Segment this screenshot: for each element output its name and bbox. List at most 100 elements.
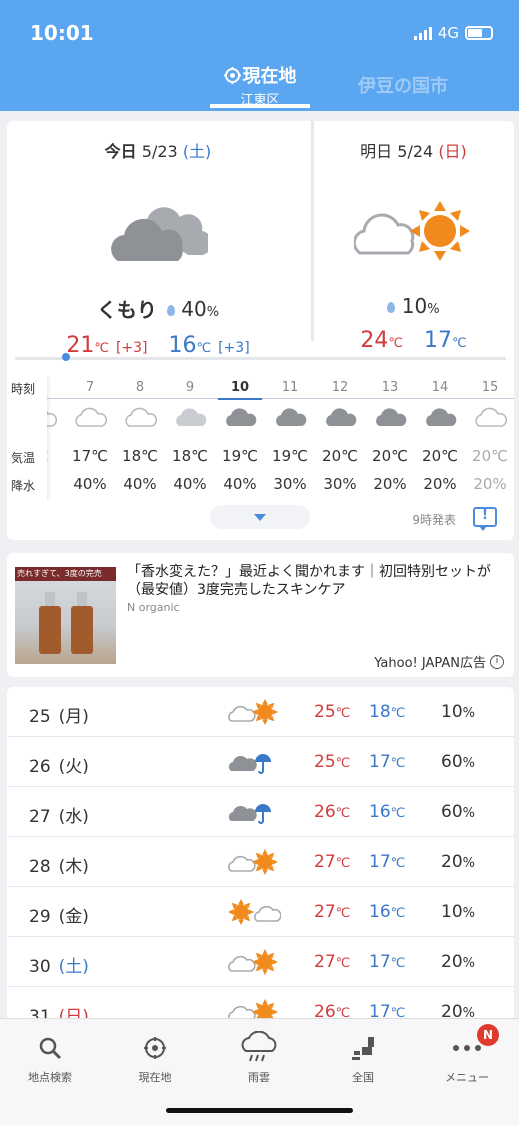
today-condition: くもり (96, 298, 157, 322)
tomorrow-weekday: (日) (438, 142, 467, 161)
signal-icon (413, 26, 432, 40)
hour-column[interactable]: 7 17℃ 40% (65, 376, 115, 501)
ad-image-tag: 売れすぎて、3度の完売 (15, 567, 116, 581)
weekly-low: 17 (369, 852, 391, 872)
hour-temp: 18℃ (172, 447, 208, 465)
tab-underline (210, 104, 310, 108)
hour-temp: 18℃ (122, 447, 158, 465)
tab-current-location-nav[interactable]: 現在地 (115, 1031, 195, 1085)
tab-other-location[interactable]: 伊豆の国市 (358, 72, 448, 98)
cloud-dark-icon (265, 407, 315, 431)
hourly-columns[interactable]: 6℃%717℃40%818℃40%918℃40%1019℃40%1119℃30%… (15, 376, 514, 501)
cloudy-sunny-icon (227, 699, 281, 725)
hour-column[interactable]: 15 20℃ 20% (465, 376, 514, 501)
tomorrow-low: 17 (423, 328, 452, 353)
location-icon (223, 67, 241, 84)
hour-column[interactable]: 13 20℃ 20% (365, 376, 415, 501)
map-icon (352, 1037, 374, 1060)
hour-column[interactable]: 11 19℃ 30% (265, 376, 315, 501)
hour-temp: 19℃ (272, 447, 308, 465)
tomorrow-forecast[interactable]: 明日 5/24 (日) 10% 24℃ 17℃ (313, 121, 514, 353)
weekly-row[interactable]: 27 (水) 26℃ 16℃ 60% (7, 787, 514, 837)
weekly-day: 29 (29, 907, 51, 927)
weekly-forecast: 25 (月) 25℃ 18℃ 10% 26 (火) 25℃ 17℃ 60% 27 (水) 26℃ 16℃ 6… (7, 687, 514, 1027)
cloud-light-icon (165, 407, 215, 431)
hour-precip: 40% (223, 475, 257, 493)
weekly-row[interactable]: 30 (土) 27℃ 17℃ 20% (7, 937, 514, 987)
weekly-precip: 60 (441, 752, 463, 772)
weekly-high: 25 (314, 752, 336, 772)
cloud-dark-icon (365, 407, 415, 431)
feedback-icon[interactable] (473, 507, 497, 531)
ad-card[interactable]: 売れすぎて、3度の完売 「香水変えた？」最近よく聞かれます｜初回特別セットが（最… (7, 553, 514, 677)
tab-rain-cloud[interactable]: 雨雲 (219, 1031, 299, 1085)
hour-column[interactable]: 10 19℃ 40% (215, 376, 265, 501)
today-label: 今日 (104, 142, 137, 161)
weekly-precip: 60 (441, 802, 463, 822)
tomorrow-precip: 10 (401, 294, 428, 318)
weekly-low: 17 (369, 952, 391, 972)
label-temp: 気温 (11, 451, 36, 465)
hour-precip: 30% (323, 475, 357, 493)
today-forecast[interactable]: 今日 5/23 (土) くもり 40% 21℃ [+3] 16℃ [+3] (7, 121, 309, 358)
notification-badge: N (477, 1024, 499, 1046)
hour-precip: 40% (123, 475, 157, 493)
tab-current-location[interactable]: 現在地 江東区 (210, 62, 310, 108)
weekly-day: 30 (29, 957, 51, 977)
cloud-dark-icon (415, 407, 465, 431)
weekly-row[interactable]: 29 (金) 27℃ 16℃ 10% (7, 887, 514, 937)
expand-button[interactable] (210, 505, 310, 529)
hour-temp: 20℃ (322, 447, 358, 465)
hour-column[interactable]: 14 20℃ 20% (415, 376, 465, 501)
tab-search[interactable]: 地点検索 (10, 1031, 90, 1085)
hour-precip: 20% (373, 475, 407, 493)
tab-nationwide[interactable]: 全国 (323, 1031, 403, 1085)
hour-precip: 40% (73, 475, 107, 493)
cloudy-then-sunny-icon (353, 201, 470, 261)
tab-menu[interactable]: メニュー N (427, 1024, 507, 1085)
ad-image[interactable]: 売れすぎて、3度の完売 (15, 567, 116, 664)
hour-column[interactable]: 9 18℃ 40% (165, 376, 215, 501)
today-date: 5/23 (141, 142, 178, 161)
cloud-outline-icon (115, 407, 165, 431)
hour-label: 8 (135, 380, 145, 395)
weekly-weekday: (金) (58, 907, 89, 927)
tab-label: 現在地 (138, 1071, 172, 1084)
weekly-high: 27 (314, 902, 336, 922)
timeline-track[interactable] (15, 357, 506, 360)
today-low: 16 (168, 333, 197, 358)
weekly-row[interactable]: 25 (月) 25℃ 18℃ 10% (7, 687, 514, 737)
hour-precip: 30% (273, 475, 307, 493)
weekly-row[interactable]: 26 (火) 25℃ 17℃ 60% (7, 737, 514, 787)
hour-label: 11 (281, 380, 299, 395)
cloudy-rain-icon (227, 799, 281, 825)
label-precip: 降水 (11, 479, 36, 493)
search-icon (39, 1037, 62, 1060)
hourly-forecast[interactable]: 6℃%717℃40%818℃40%918℃40%1019℃40%1119℃30%… (7, 376, 514, 501)
weekly-weekday: (木) (58, 857, 89, 877)
weekly-day: 25 (29, 707, 51, 727)
timeline-indicator[interactable] (62, 353, 70, 361)
hour-label: 14 (431, 380, 449, 395)
info-icon[interactable]: i (490, 654, 504, 669)
tomorrow-date: 5/24 (397, 142, 434, 161)
weekly-row[interactable]: 28 (木) 27℃ 17℃ 20% (7, 837, 514, 887)
cloud-dark-icon (215, 407, 265, 431)
ad-title[interactable]: 「香水変えた？」最近よく聞かれます｜初回特別セットが（最安値）3度完売したスキン… (127, 563, 504, 599)
status-time: 10:01 (30, 21, 94, 45)
rain-cloud-icon (241, 1031, 277, 1062)
hour-column[interactable]: 12 20℃ 30% (315, 376, 365, 501)
hour-temp: 19℃ (222, 447, 258, 465)
raindrop-icon (166, 304, 175, 316)
ad-source: N organic (127, 601, 180, 614)
network-label: 4G (437, 24, 459, 42)
hour-label: 10 (230, 380, 250, 395)
tab-label: メニュー (445, 1071, 489, 1084)
tab-label: 雨雲 (248, 1071, 270, 1084)
weekly-low: 17 (369, 752, 391, 772)
location-icon (144, 1037, 166, 1059)
weekly-day: 28 (29, 857, 51, 877)
raindrop-icon (387, 302, 396, 313)
hour-label: 9 (185, 380, 195, 395)
hour-column[interactable]: 8 18℃ 40% (115, 376, 165, 501)
